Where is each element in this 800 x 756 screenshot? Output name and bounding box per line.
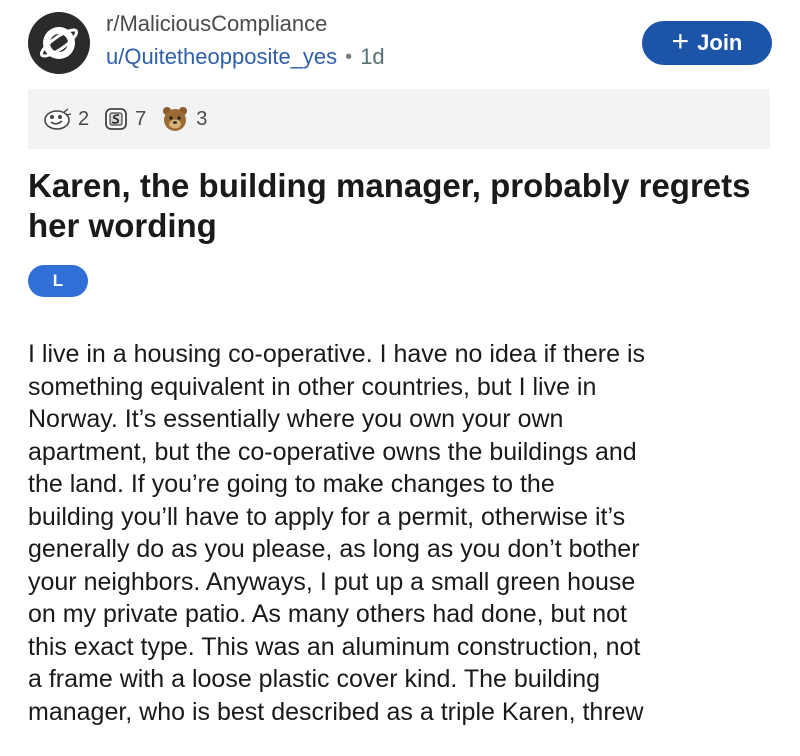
subreddit-planet-icon[interactable] xyxy=(28,12,90,74)
award-bear-icon xyxy=(163,107,188,131)
award-silver-icon xyxy=(105,108,128,130)
body-line: generally do as you please, as long as y… xyxy=(28,535,640,563)
award-face-icon xyxy=(44,108,72,130)
plus-icon: + xyxy=(671,24,690,58)
join-button-label: Join xyxy=(697,30,743,55)
post-body: I live in a housing co-operative. I have… xyxy=(28,338,778,728)
join-button[interactable]: + Join xyxy=(642,21,772,65)
award-face[interactable]: 2 xyxy=(42,106,89,132)
body-line: Norway. It’s essentially where you own y… xyxy=(28,405,564,433)
award-face-count: 2 xyxy=(78,107,90,130)
awards-bar[interactable]: 2 7 3 xyxy=(28,89,770,149)
body-line: a frame with a loose plastic cover kind.… xyxy=(28,665,601,693)
post-header: r/MaliciousCompliance u/Quitetheopposite… xyxy=(28,10,772,74)
post-flair[interactable]: L xyxy=(28,265,88,297)
body-line: I live in a housing co-operative. I have… xyxy=(28,340,646,368)
body-line: manager, who is best described as a trip… xyxy=(28,697,644,726)
author-line: u/Quitetheopposite_yes • 1d xyxy=(106,42,385,72)
award-bear[interactable]: 3 xyxy=(160,105,207,133)
author-username[interactable]: u/Quitetheopposite_yes xyxy=(106,42,337,72)
meta-separator: • xyxy=(345,46,353,68)
award-silver[interactable]: 7 xyxy=(103,106,146,132)
award-silver-count: 7 xyxy=(135,107,147,130)
subreddit-name[interactable]: r/MaliciousCompliance xyxy=(106,10,385,38)
post-meta: r/MaliciousCompliance u/Quitetheopposite… xyxy=(106,10,385,72)
body-line: your neighbors. Anyways, I put up a smal… xyxy=(28,567,636,596)
award-bear-count: 3 xyxy=(196,107,208,130)
body-line: something equivalent in other countries,… xyxy=(28,372,597,401)
body-line: building you’ll have to apply for a perm… xyxy=(28,502,626,531)
post-age: 1d xyxy=(360,44,385,69)
body-line: apartment, but the co-operative owns the… xyxy=(28,437,637,466)
body-line: on my private patio. As many others had … xyxy=(28,600,627,628)
body-line: the land. If you’re going to make change… xyxy=(28,470,555,498)
body-line: this exact type. This was an aluminum co… xyxy=(28,632,641,661)
post-title[interactable]: Karen, the building manager, probably re… xyxy=(28,166,768,246)
